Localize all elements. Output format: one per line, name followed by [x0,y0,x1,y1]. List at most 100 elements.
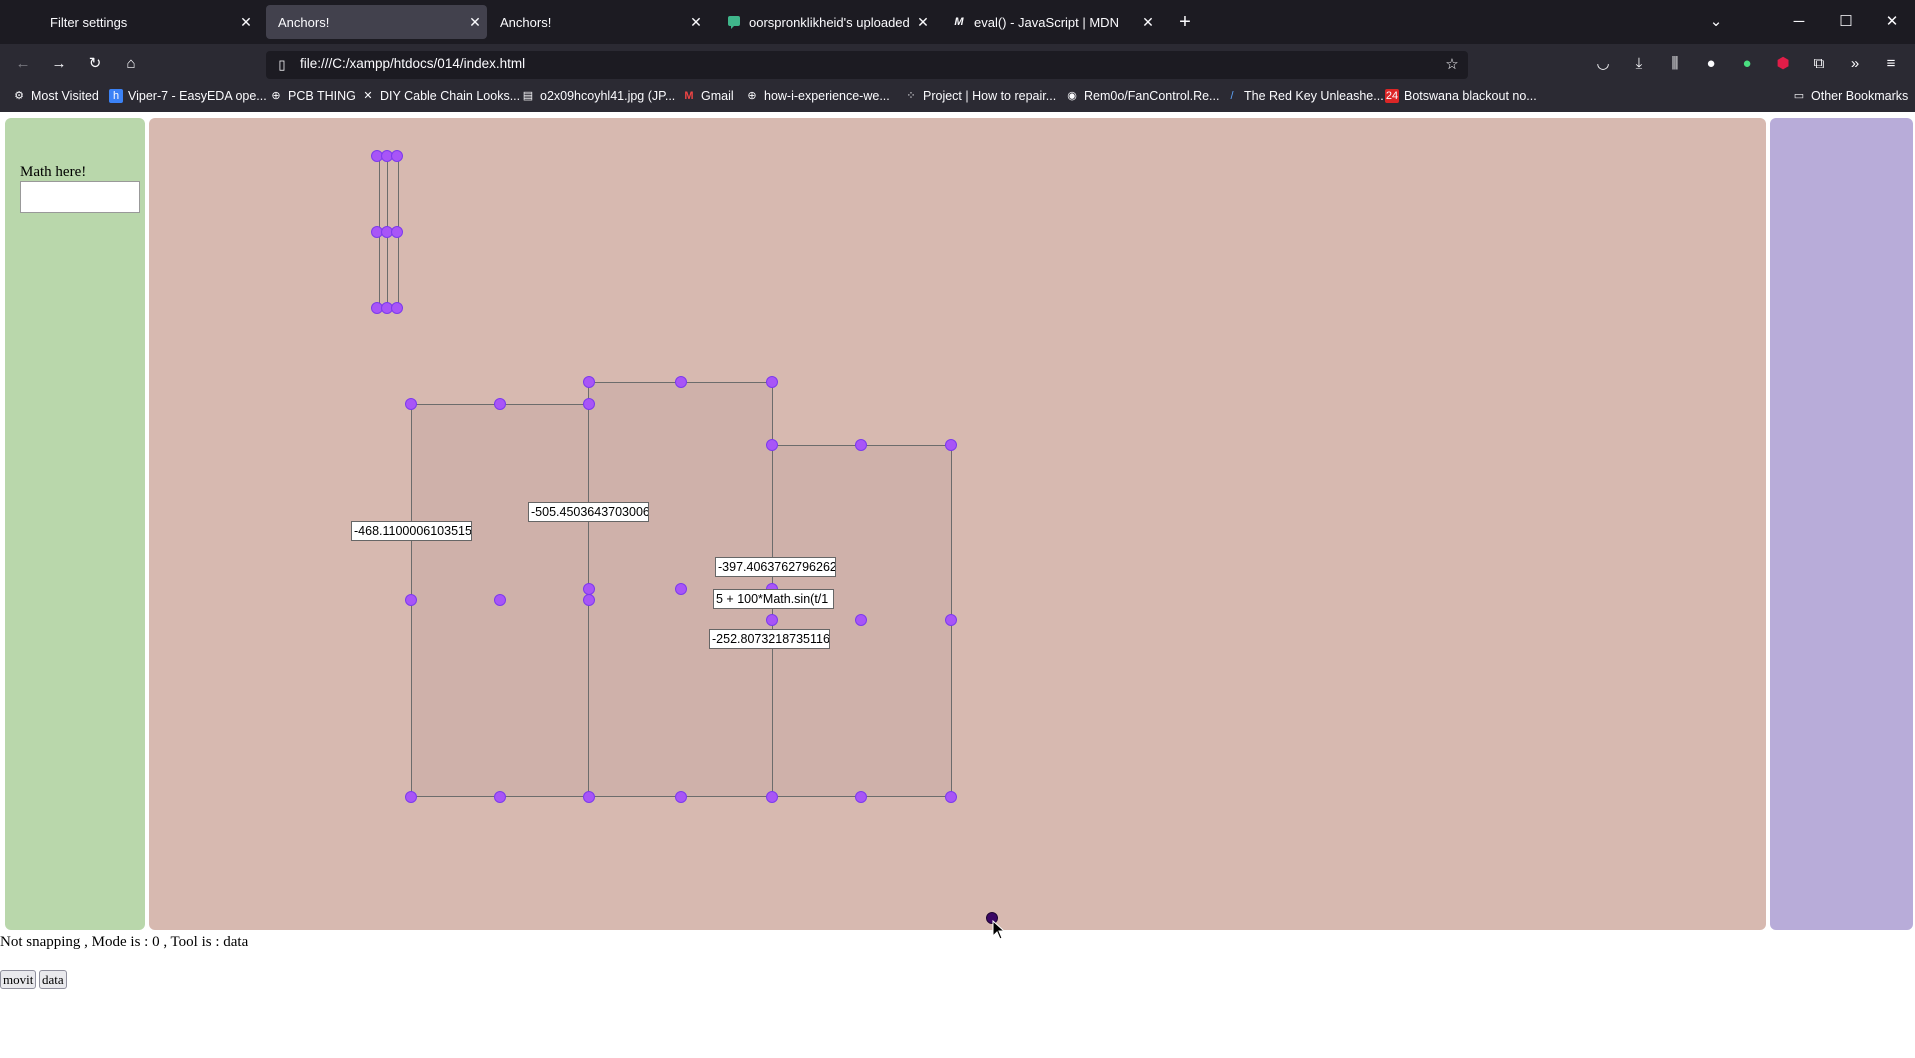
bookmark-label: Viper-7 - EasyEDA ope... [128,89,267,103]
anchor-handle[interactable] [494,791,506,803]
bookmark-jpg[interactable]: ▤ o2x09hcoyhl41.jpg (JP... [521,89,675,103]
easyeda-icon: h [109,89,123,103]
bookmark-label: Most Visited [31,89,99,103]
new-tab-icon[interactable]: + [1171,8,1199,36]
close-icon[interactable]: ✕ [1136,14,1160,31]
reload-icon[interactable]: ↻ [81,50,109,78]
anchor-handle[interactable] [675,376,687,388]
formula-input[interactable]: 5 + 100*Math.sin(t/1 [713,589,834,609]
gear-icon: ⚙ [14,90,24,102]
anchor-handle[interactable] [583,398,595,410]
anchor-handle[interactable] [945,614,957,626]
url-text[interactable]: file:///C:/xampp/htdocs/014/index.html [300,56,525,71]
anchor-handle[interactable] [583,594,595,606]
value-input[interactable]: -397.4063762796262 [715,557,836,577]
anchor-handle[interactable] [675,583,687,595]
image-icon: ▤ [522,90,534,102]
tab-anchors[interactable]: Anchors! ✕ [488,5,708,39]
value-input[interactable]: -252.8073218735116 [709,629,830,649]
bookmark-other[interactable]: ▭ Other Bookmarks [1792,89,1908,103]
downloads-icon[interactable]: ⤓ [1625,50,1653,78]
overflow-icon[interactable]: » [1841,50,1869,78]
adblock-icon[interactable]: ⬢ [1769,50,1797,78]
value-input[interactable]: -468.1100006103515 [351,521,472,541]
dots-icon: ⁘ [906,90,916,102]
close-icon[interactable]: ✕ [234,14,258,31]
tab-filter-settings[interactable]: Filter settings ✕ [38,5,258,39]
tab-label: Anchors! [278,14,330,30]
anchor-handle[interactable] [405,398,417,410]
close-icon[interactable]: ✕ [911,14,935,31]
bookmark-pcb-thing[interactable]: ⊕ PCB THING [269,89,355,103]
tab-label: eval() - JavaScript | MDN [974,14,1119,30]
extensions-icon[interactable]: ⧉ [1805,50,1833,78]
bookmark-gmail[interactable]: M Gmail [682,89,733,103]
data-button[interactable]: data [39,970,67,989]
anchor-handle[interactable] [583,583,595,595]
right-panel [1770,118,1913,930]
home-icon[interactable]: ⌂ [117,50,145,78]
anchor-handle[interactable] [494,398,506,410]
anchor-handle[interactable] [391,226,403,238]
anchor-handle[interactable] [391,302,403,314]
extension-green-icon[interactable]: ● [1733,50,1761,78]
anchor-handle[interactable] [766,614,778,626]
left-panel [5,118,145,930]
bookmark-easyeda[interactable]: h Viper-7 - EasyEDA ope... [109,89,267,103]
tab-label: Filter settings [50,14,128,30]
bookmark-fancontrol[interactable]: ◉ Rem0o/FanControl.Re... [1065,89,1219,103]
bookmark-how-i-experience[interactable]: ⊕ how-i-experience-we... [745,89,889,103]
library-icon[interactable]: ⫼ [1661,50,1689,78]
anchor-handle[interactable] [583,791,595,803]
page-icon: ▯ [278,57,286,72]
anchor-handle[interactable] [855,439,867,451]
tab-anchors-active[interactable]: Anchors! ✕ [266,5,487,39]
bookmark-label: Botswana blackout no... [1404,89,1537,103]
pocket-icon[interactable]: ◡ [1589,50,1617,78]
bookmark-botswana[interactable]: 24 Botswana blackout no... [1385,89,1537,103]
anchor-handle[interactable] [945,791,957,803]
tab-uploaded[interactable]: oorspronklikheid's uploaded in ✕ [715,5,935,39]
anchor-handle[interactable] [405,594,417,606]
bookmark-star-icon[interactable]: ☆ [1438,51,1466,79]
news-icon: 24 [1385,89,1399,103]
bookmark-project-repair[interactable]: ⁘ Project | How to repair... [904,89,1056,103]
globe-icon: ⊕ [747,90,757,102]
list-tabs-icon[interactable]: ⌄ [1702,8,1730,36]
bookmark-label: Other Bookmarks [1811,89,1909,103]
close-icon[interactable]: ✕ [684,14,708,31]
math-input[interactable] [20,181,140,213]
anchor-handle[interactable] [391,150,403,162]
anchor-handle[interactable] [945,439,957,451]
close-icon[interactable]: ✕ [463,14,487,31]
anchor-handle[interactable] [855,791,867,803]
close-window-icon[interactable]: ✕ [1878,8,1906,36]
maximize-icon[interactable]: ☐ [1832,8,1860,36]
math-label: Math here! [20,164,87,180]
bookmark-label: Project | How to repair... [923,89,1057,103]
back-icon[interactable]: ← [9,50,37,78]
menu-icon[interactable]: ≡ [1877,50,1905,78]
bookmark-red-key[interactable]: / The Red Key Unleashe... [1225,89,1384,103]
bookmark-label: The Red Key Unleashe... [1244,89,1384,103]
anchor-canvas[interactable]: -468.1100006103515 -505.4503643703006 -3… [149,118,1766,940]
movit-button[interactable]: movit [0,970,37,989]
tab-mdn-eval[interactable]: M eval() - JavaScript | MDN ✕ [940,5,1160,39]
anchor-handle[interactable] [583,376,595,388]
tab-bar: Filter settings ✕ Anchors! ✕ Anchors! ✕ … [0,0,1915,44]
chat-icon [727,15,741,29]
account-icon[interactable]: ● [1697,50,1725,78]
anchor-handle[interactable] [766,439,778,451]
anchor-handle[interactable] [494,594,506,606]
forward-icon[interactable]: → [45,50,73,78]
minimize-icon[interactable]: ─ [1785,8,1813,36]
anchor-handle[interactable] [405,791,417,803]
bookmark-diy-cable[interactable]: ✕ DIY Cable Chain Looks... [361,89,520,103]
anchor-handle[interactable] [766,376,778,388]
bookmark-most-visited[interactable]: ⚙ Most Visited [12,89,99,103]
cursor-icon [992,920,1006,940]
anchor-handle[interactable] [675,791,687,803]
anchor-handle[interactable] [766,791,778,803]
value-input[interactable]: -505.4503643703006 [528,502,649,522]
anchor-handle[interactable] [855,614,867,626]
